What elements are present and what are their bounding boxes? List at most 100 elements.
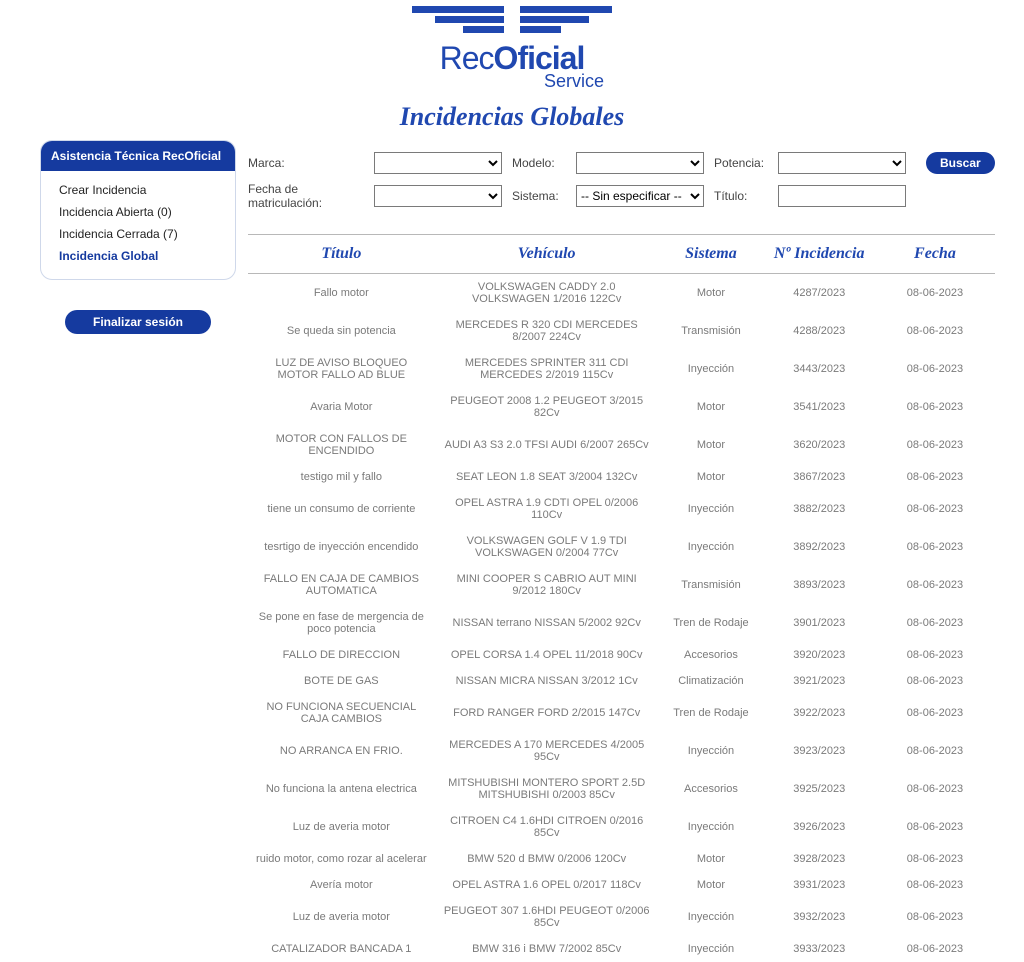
table-row[interactable]: Luz de averia motorCITROEN C4 1.6HDI CIT… (248, 808, 995, 846)
modelo-label: Modelo: (512, 156, 566, 170)
cell-vehiculo: PEUGEOT 2008 1.2 PEUGEOT 3/2015 82Cv (435, 388, 659, 426)
cell-fecha: 08-06-2023 (875, 642, 994, 668)
table-row[interactable]: FALLO DE DIRECCIONOPEL CORSA 1.4 OPEL 11… (248, 642, 995, 668)
cell-sistema: Inyección (659, 732, 764, 770)
table-row[interactable]: BOTE DE GASNISSAN MICRA NISSAN 3/2012 1C… (248, 668, 995, 694)
modelo-select[interactable] (576, 152, 704, 174)
sidebar-panel: Asistencia Técnica RecOficial Crear Inci… (40, 140, 236, 280)
cell-titulo: Luz de averia motor (248, 898, 435, 936)
fecha-select[interactable] (374, 185, 502, 207)
cell-titulo: FALLO EN CAJA DE CAMBIOS AUTOMATICA (248, 566, 435, 604)
search-button[interactable]: Buscar (926, 152, 995, 174)
cell-sistema: Transmisión (659, 312, 764, 350)
table-row[interactable]: tesrtigo de inyección encendidoVOLKSWAGE… (248, 528, 995, 566)
cell-vehiculo: VOLKSWAGEN GOLF V 1.9 TDI VOLKSWAGEN 0/2… (435, 528, 659, 566)
logo-text-rec: Rec (440, 40, 494, 76)
table-row[interactable]: No funciona la antena electricaMITSHUBIS… (248, 770, 995, 808)
cell-fecha: 08-06-2023 (875, 350, 994, 388)
th-titulo[interactable]: Título (248, 235, 435, 274)
cell-num: 4288/2023 (763, 312, 875, 350)
table-row[interactable]: NO ARRANCA EN FRIO.MERCEDES A 170 MERCED… (248, 732, 995, 770)
cell-titulo: tesrtigo de inyección encendido (248, 528, 435, 566)
cell-fecha: 08-06-2023 (875, 898, 994, 936)
potencia-select[interactable] (778, 152, 906, 174)
cell-num: 3921/2023 (763, 668, 875, 694)
titulo-label: Título: (714, 189, 768, 203)
end-session-button[interactable]: Finalizar sesión (65, 310, 211, 334)
cell-num: 3925/2023 (763, 770, 875, 808)
cell-sistema: Inyección (659, 490, 764, 528)
table-row[interactable]: NO FUNCIONA SECUENCIAL CAJA CAMBIOSFORD … (248, 694, 995, 732)
cell-sistema: Inyección (659, 936, 764, 962)
cell-sistema: Motor (659, 426, 764, 464)
sidebar-item-2[interactable]: Incidencia Cerrada (7) (41, 223, 235, 245)
cell-titulo: Se queda sin potencia (248, 312, 435, 350)
cell-sistema: Inyección (659, 528, 764, 566)
cell-titulo: Fallo motor (248, 274, 435, 313)
cell-sistema: Tren de Rodaje (659, 694, 764, 732)
cell-sistema: Transmisión (659, 566, 764, 604)
sidebar-item-0[interactable]: Crear Incidencia (41, 179, 235, 201)
th-fecha[interactable]: Fecha (875, 235, 994, 274)
sidebar-item-1[interactable]: Incidencia Abierta (0) (41, 201, 235, 223)
cell-num: 3926/2023 (763, 808, 875, 846)
table-row[interactable]: Se pone en fase de mergencia de poco pot… (248, 604, 995, 642)
table-row[interactable]: FALLO EN CAJA DE CAMBIOS AUTOMATICAMINI … (248, 566, 995, 604)
cell-vehiculo: MINI COOPER S CABRIO AUT MINI 9/2012 180… (435, 566, 659, 604)
cell-sistema: Tren de Rodaje (659, 604, 764, 642)
cell-num: 3541/2023 (763, 388, 875, 426)
cell-titulo: NO FUNCIONA SECUENCIAL CAJA CAMBIOS (248, 694, 435, 732)
cell-num: 4287/2023 (763, 274, 875, 313)
cell-vehiculo: MITSHUBISHI MONTERO SPORT 2.5D MITSHUBIS… (435, 770, 659, 808)
cell-vehiculo: NISSAN MICRA NISSAN 3/2012 1Cv (435, 668, 659, 694)
cell-sistema: Accesorios (659, 642, 764, 668)
cell-titulo: testigo mil y fallo (248, 464, 435, 490)
cell-num: 3901/2023 (763, 604, 875, 642)
cell-titulo: Luz de averia motor (248, 808, 435, 846)
table-row[interactable]: Fallo motorVOLKSWAGEN CADDY 2.0 VOLKSWAG… (248, 274, 995, 313)
cell-titulo: Se pone en fase de mergencia de poco pot… (248, 604, 435, 642)
table-row[interactable]: testigo mil y falloSEAT LEON 1.8 SEAT 3/… (248, 464, 995, 490)
cell-titulo: No funciona la antena electrica (248, 770, 435, 808)
cell-vehiculo: PEUGEOT 307 1.6HDI PEUGEOT 0/2006 85Cv (435, 898, 659, 936)
cell-titulo: Avaria Motor (248, 388, 435, 426)
table-row[interactable]: CATALIZADOR BANCADA 1BMW 316 i BMW 7/200… (248, 936, 995, 962)
sistema-select[interactable]: -- Sin especificar -- (576, 185, 704, 207)
table-row[interactable]: Avería motorOPEL ASTRA 1.6 OPEL 0/2017 1… (248, 872, 995, 898)
sidebar-item-3[interactable]: Incidencia Global (41, 245, 235, 267)
cell-titulo: CATALIZADOR BANCADA 1 (248, 936, 435, 962)
th-incidencia[interactable]: Nº Incidencia (763, 235, 875, 274)
cell-num: 3922/2023 (763, 694, 875, 732)
cell-fecha: 08-06-2023 (875, 694, 994, 732)
table-row[interactable]: Se queda sin potenciaMERCEDES R 320 CDI … (248, 312, 995, 350)
table-row[interactable]: MOTOR CON FALLOS DE ENCENDIDOAUDI A3 S3 … (248, 426, 995, 464)
cell-fecha: 08-06-2023 (875, 604, 994, 642)
th-sistema[interactable]: Sistema (659, 235, 764, 274)
cell-fecha: 08-06-2023 (875, 566, 994, 604)
marca-select[interactable] (374, 152, 502, 174)
cell-vehiculo: OPEL CORSA 1.4 OPEL 11/2018 90Cv (435, 642, 659, 668)
cell-fecha: 08-06-2023 (875, 426, 994, 464)
wings-icon (412, 6, 612, 38)
cell-fecha: 08-06-2023 (875, 770, 994, 808)
sidebar-title: Asistencia Técnica RecOficial (41, 141, 235, 171)
cell-sistema: Inyección (659, 898, 764, 936)
sistema-label: Sistema: (512, 189, 566, 203)
cell-titulo: tiene un consumo de corriente (248, 490, 435, 528)
cell-vehiculo: OPEL ASTRA 1.9 CDTI OPEL 0/2006 110Cv (435, 490, 659, 528)
cell-vehiculo: NISSAN terrano NISSAN 5/2002 92Cv (435, 604, 659, 642)
cell-fecha: 08-06-2023 (875, 274, 994, 313)
table-row[interactable]: Luz de averia motorPEUGEOT 307 1.6HDI PE… (248, 898, 995, 936)
titulo-input[interactable] (778, 185, 906, 207)
th-vehiculo[interactable]: Vehículo (435, 235, 659, 274)
cell-fecha: 08-06-2023 (875, 388, 994, 426)
table-row[interactable]: LUZ DE AVISO BLOQUEO MOTOR FALLO AD BLUE… (248, 350, 995, 388)
cell-fecha: 08-06-2023 (875, 528, 994, 566)
table-row[interactable]: Avaria MotorPEUGEOT 2008 1.2 PEUGEOT 3/2… (248, 388, 995, 426)
cell-sistema: Motor (659, 464, 764, 490)
cell-num: 3923/2023 (763, 732, 875, 770)
table-row[interactable]: tiene un consumo de corrienteOPEL ASTRA … (248, 490, 995, 528)
cell-vehiculo: MERCEDES R 320 CDI MERCEDES 8/2007 224Cv (435, 312, 659, 350)
cell-vehiculo: BMW 316 i BMW 7/2002 85Cv (435, 936, 659, 962)
cell-num: 3443/2023 (763, 350, 875, 388)
